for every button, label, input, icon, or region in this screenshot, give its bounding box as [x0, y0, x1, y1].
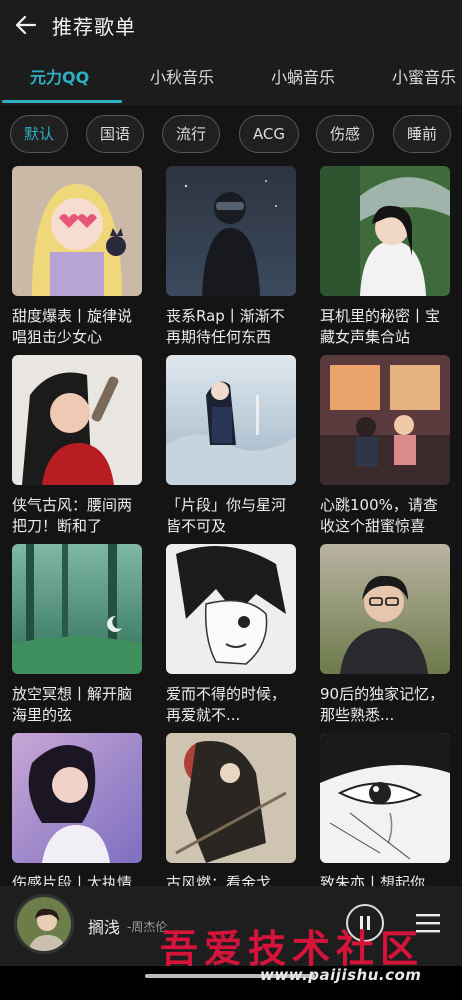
playlist-title: 甜度爆表丨旋律说唱狙击少女心: [12, 307, 133, 346]
playlist-grid: 甜度爆表丨旋律说唱狙击少女心 丧系Rap丨渐渐不再期待任何东西 耳机里的秘密丨宝…: [0, 166, 462, 886]
source-tabs: 元力QQ 小秋音乐 小蜗音乐 小蜜音乐: [0, 50, 462, 105]
playlist-cover: [12, 733, 142, 863]
chip-pop[interactable]: 流行: [162, 115, 220, 153]
playlist-title: 致朱亦丨想起你: [320, 874, 426, 886]
category-chips: 默认 国语 流行 ACG 伤感 睡前: [0, 115, 462, 157]
playlist-card[interactable]: 爱而不得的时候，再爱就不...: [166, 544, 296, 726]
playlist-title: 「片段」你与星河皆不可及: [166, 496, 287, 535]
chip-sad[interactable]: 伤感: [316, 115, 374, 153]
playlist-title: 心跳100%，请查收这个甜蜜惊喜: [320, 496, 438, 535]
playlist-title: 古风燃：看金戈: [166, 874, 272, 886]
playlist-card[interactable]: 伤感片段丨太执情: [12, 733, 142, 886]
arrow-left-icon: [15, 15, 37, 35]
playlist-card[interactable]: 心跳100%，请查收这个甜蜜惊喜: [320, 355, 450, 537]
playlist-title: 90后的独家记忆，那些熟悉...: [320, 685, 445, 724]
playlist-title: 伤感片段丨太执情: [12, 874, 133, 886]
playlist-card[interactable]: 放空冥想丨解开脑海里的弦: [12, 544, 142, 726]
playlist-card[interactable]: 丧系Rap丨渐渐不再期待任何东西: [166, 166, 296, 348]
tab-xiaomi-music[interactable]: 小蜜音乐: [392, 50, 456, 105]
tab-yuanli-qq[interactable]: 元力QQ: [30, 50, 89, 105]
playlist-cover: [320, 733, 450, 863]
playlist-card[interactable]: 甜度爆表丨旋律说唱狙击少女心: [12, 166, 142, 348]
playlist-title: 放空冥想丨解开脑海里的弦: [12, 685, 133, 724]
playlist-title: 丧系Rap丨渐渐不再期待任何东西: [166, 307, 285, 346]
playlist-card[interactable]: 古风燃：看金戈: [166, 733, 296, 886]
watermark-logo: 吾爱技术社区: [160, 927, 425, 971]
tab-xiaoqiu-music[interactable]: 小秋音乐: [150, 50, 214, 105]
playlist-card[interactable]: 90后的独家记忆，那些熟悉...: [320, 544, 450, 726]
playlist-cover: [12, 166, 142, 296]
song-title: 搁浅: [88, 918, 121, 937]
playlist-cover: [320, 166, 450, 296]
playlist-cover: [12, 355, 142, 485]
chip-default[interactable]: 默认: [10, 115, 68, 153]
playlist-cover: [166, 544, 296, 674]
app-header: 推荐歌单: [0, 0, 462, 50]
back-button[interactable]: [0, 0, 52, 50]
playlist-cover: [166, 355, 296, 485]
playlist-card[interactable]: 侠气古风：腰间两把刀！断和了: [12, 355, 142, 537]
playlist-title: 耳机里的秘密丨宝藏女声集合站: [320, 307, 441, 346]
playlist-card[interactable]: 耳机里的秘密丨宝藏女声集合站: [320, 166, 450, 348]
chip-acg[interactable]: ACG: [239, 115, 299, 153]
playlist-card[interactable]: 「片段」你与星河皆不可及: [166, 355, 296, 537]
album-art[interactable]: [14, 894, 74, 954]
playlist-title: 爱而不得的时候，再爱就不...: [166, 685, 287, 724]
playlist-card[interactable]: 致朱亦丨想起你: [320, 733, 450, 886]
page-title: 推荐歌单: [52, 14, 136, 39]
playlist-cover: [166, 166, 296, 296]
tab-xiaowo-music[interactable]: 小蜗音乐: [271, 50, 335, 105]
chip-mandarin[interactable]: 国语: [86, 115, 144, 153]
active-tab-indicator: [2, 100, 122, 103]
playlist-cover: [12, 544, 142, 674]
playlist-title: 侠气古风：腰间两把刀！断和了: [12, 496, 133, 535]
watermark-url: www.paijishu.com: [260, 966, 422, 984]
playlist-cover: [320, 355, 450, 485]
playlist-cover: [166, 733, 296, 863]
chip-bedtime[interactable]: 睡前: [393, 115, 451, 153]
playlist-cover: [320, 544, 450, 674]
